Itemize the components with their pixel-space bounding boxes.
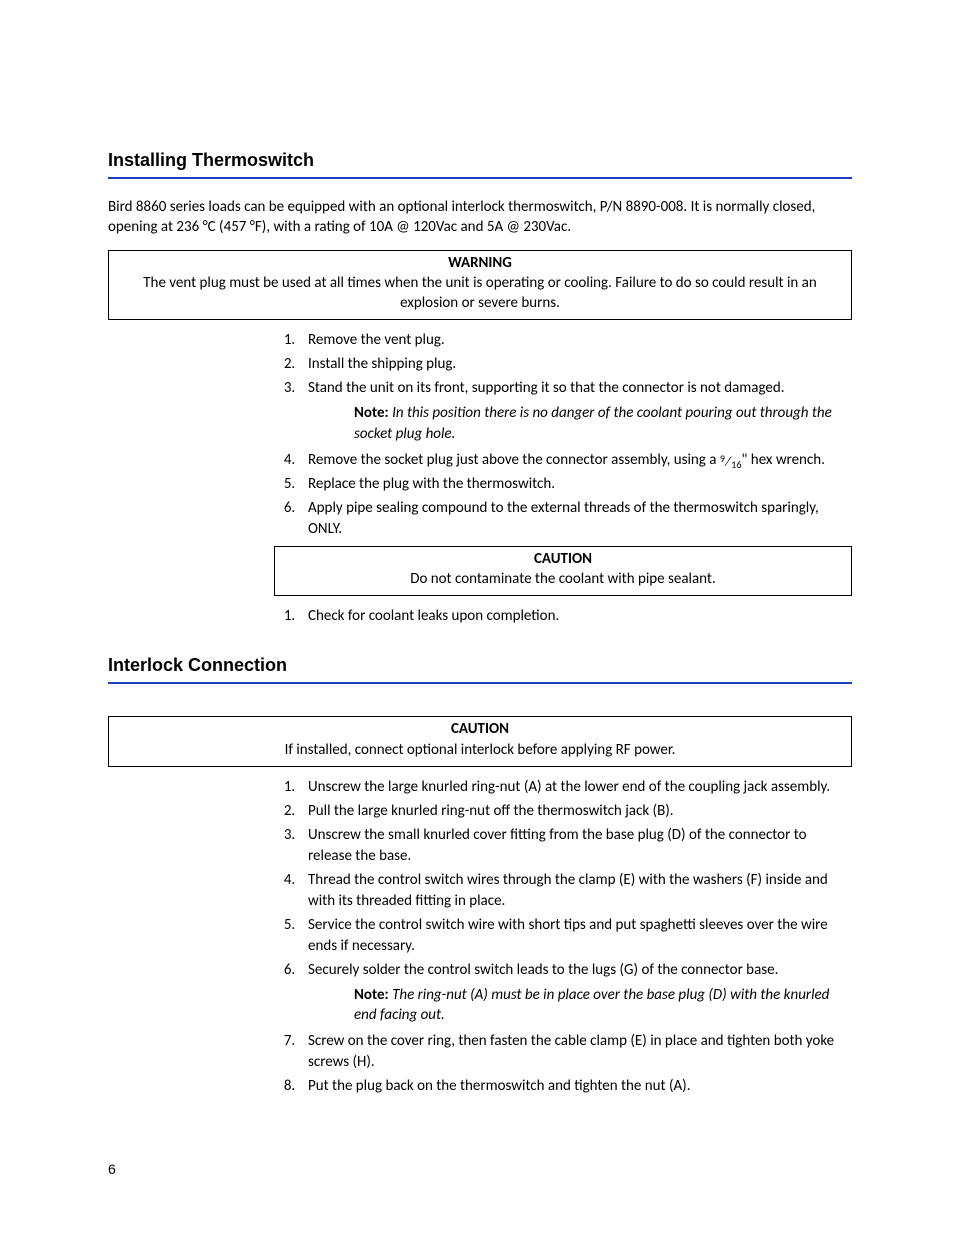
caution-title: CAUTION: [119, 719, 841, 739]
step-item: Remove the socket plug just above the co…: [302, 450, 852, 471]
heading-installing-thermoswitch: Installing Thermoswitch: [108, 150, 852, 179]
step-item: Securely solder the control switch leads…: [302, 960, 852, 1026]
page: Installing Thermoswitch Bird 8860 series…: [0, 0, 954, 1235]
note: Note: In this position there is no dange…: [354, 403, 852, 444]
caution-body: If installed, connect optional interlock…: [285, 741, 676, 759]
steps-list-1c: Check for coolant leaks upon completion.: [108, 606, 852, 627]
step-item: Apply pipe sealing compound to the exter…: [302, 498, 852, 540]
page-number: 6: [108, 1161, 116, 1177]
steps-list-2a: Unscrew the large knurled ring-nut (A) a…: [108, 777, 852, 1026]
warning-body: The vent plug must be used at all times …: [143, 274, 817, 312]
steps-list-2b: Screw on the cover ring, then fasten the…: [108, 1031, 852, 1097]
warning-title: WARNING: [119, 253, 841, 273]
step-item: Replace the plug with the thermoswitch.: [302, 474, 852, 495]
step-item: Unscrew the large knurled ring-nut (A) a…: [302, 777, 852, 798]
step-item: Install the shipping plug.: [302, 354, 852, 375]
step-item: Pull the large knurled ring-nut off the …: [302, 801, 852, 822]
note-label: Note:: [354, 404, 389, 422]
caution-title: CAUTION: [285, 549, 841, 569]
note-label: Note:: [354, 986, 389, 1004]
step-item: Screw on the cover ring, then fasten the…: [302, 1031, 852, 1073]
step-item: Put the plug back on the thermoswitch an…: [302, 1076, 852, 1097]
caution-body: Do not contaminate the coolant with pipe…: [410, 570, 716, 588]
step-item: Thread the control switch wires through …: [302, 870, 852, 912]
step-item: Stand the unit on its front, supporting …: [302, 378, 852, 444]
warning-box: WARNING The vent plug must be used at al…: [108, 250, 852, 321]
intro-paragraph: Bird 8860 series loads can be equipped w…: [108, 197, 852, 238]
step-item: Check for coolant leaks upon completion.: [302, 606, 852, 627]
caution-box-2: CAUTION If installed, connect optional i…: [108, 716, 852, 767]
steps-list-1b: Remove the socket plug just above the co…: [108, 450, 852, 540]
note: Note: The ring-nut (A) must be in place …: [354, 985, 852, 1026]
steps-list-1a: Remove the vent plug. Install the shippi…: [108, 330, 852, 444]
caution-box: CAUTION Do not contaminate the coolant w…: [274, 546, 852, 597]
step-item: Service the control switch wire with sho…: [302, 915, 852, 957]
fraction-9-16: 9⁄16: [720, 454, 742, 471]
step-item: Remove the vent plug.: [302, 330, 852, 351]
step-item: Unscrew the small knurled cover fitting …: [302, 825, 852, 867]
heading-interlock-connection: Interlock Connection: [108, 655, 852, 684]
